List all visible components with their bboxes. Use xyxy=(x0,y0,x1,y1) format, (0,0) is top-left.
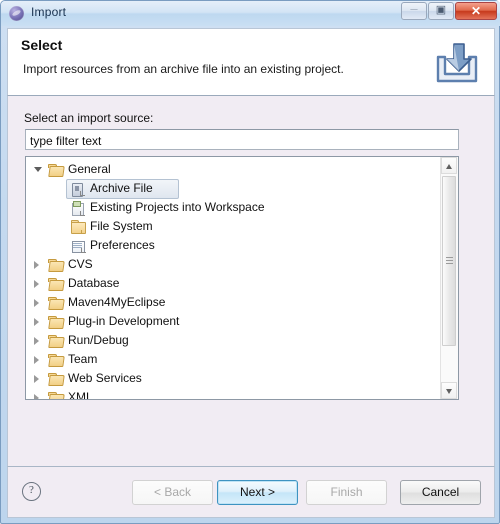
tree-twisty-collapsed-icon[interactable] xyxy=(34,337,39,345)
page-title: Select xyxy=(21,37,63,53)
tree-twisty-collapsed-icon[interactable] xyxy=(34,318,39,326)
tree-twisty-collapsed-icon[interactable] xyxy=(34,299,39,307)
tree-twisty-expanded-icon[interactable] xyxy=(34,167,42,172)
tree-twisty-collapsed-icon[interactable] xyxy=(34,375,39,383)
tree-item-label: Run/Debug xyxy=(68,333,129,347)
help-icon[interactable]: ? xyxy=(22,482,41,501)
tree-item-label: General xyxy=(68,162,111,176)
tree-item-maven4myeclipse[interactable]: Maven4MyEclipse xyxy=(26,293,441,312)
maximize-button[interactable]: ▣ xyxy=(428,2,454,20)
scrollbar-thumb[interactable] xyxy=(442,176,456,346)
dialog-button-bar: ? < Back Next > Finish Cancel xyxy=(7,466,495,518)
folder-open-icon xyxy=(48,372,65,386)
minimize-icon: – xyxy=(410,1,418,16)
import-arrow-tray-icon xyxy=(436,43,478,83)
tree-item-label: Existing Projects into Workspace xyxy=(90,200,265,214)
tree-item-label: File System xyxy=(90,219,153,233)
import-source-label: Select an import source: xyxy=(24,111,154,125)
tree-item-run-debug[interactable]: Run/Debug xyxy=(26,331,441,350)
chevron-up-icon xyxy=(446,164,452,169)
folder-open-icon xyxy=(48,296,65,310)
tree-item-file-system[interactable]: File System xyxy=(26,217,441,236)
tree-item-archive-file[interactable]: Archive File xyxy=(26,179,441,199)
tree-twisty-collapsed-icon[interactable] xyxy=(34,280,39,288)
finish-button[interactable]: Finish xyxy=(306,480,387,505)
preferences-icon xyxy=(70,239,86,253)
tree-item-preferences[interactable]: Preferences xyxy=(26,236,441,255)
tree-item-database[interactable]: Database xyxy=(26,274,441,293)
cancel-button[interactable]: Cancel xyxy=(400,480,481,505)
tree-twisty-collapsed-icon[interactable] xyxy=(34,261,39,269)
tree-item-label: Team xyxy=(68,352,98,366)
window-title: Import xyxy=(31,5,67,19)
tree-item-label: XML xyxy=(68,390,93,400)
back-button[interactable]: < Back xyxy=(132,480,213,505)
project-import-icon xyxy=(70,201,86,216)
tree-item-label: Archive File xyxy=(90,181,153,195)
tree-rows: General Archive File Existing Projects int… xyxy=(26,158,441,400)
page-description: Import resources from an archive file in… xyxy=(23,62,344,76)
tree-vertical-scrollbar[interactable] xyxy=(440,157,458,399)
tree-item-plug-in-development[interactable]: Plug-in Development xyxy=(26,312,441,331)
dialog-body: Select an import source: General Archive … xyxy=(7,96,495,466)
tree-item-existing-projects-into-workspace[interactable]: Existing Projects into Workspace xyxy=(26,198,441,217)
scrollbar-grip-icon xyxy=(446,257,453,265)
scroll-down-button[interactable] xyxy=(441,382,457,399)
folder-open-icon xyxy=(48,334,65,348)
folder-open-icon xyxy=(48,391,65,399)
title-bar[interactable]: Import – ▣ ✕ xyxy=(1,1,500,26)
next-button[interactable]: Next > xyxy=(217,480,298,505)
import-source-tree[interactable]: General Archive File Existing Projects int… xyxy=(25,156,459,400)
scroll-up-button[interactable] xyxy=(441,157,457,174)
archive-file-icon xyxy=(70,182,86,197)
folder-open-icon xyxy=(48,163,65,177)
tree-item-label: Plug-in Development xyxy=(68,314,180,328)
tree-item-label: CVS xyxy=(68,257,93,271)
folder-open-icon xyxy=(48,258,65,272)
tree-item-label: Web Services xyxy=(68,371,142,385)
tree-item-cvs[interactable]: CVS xyxy=(26,255,441,274)
tree-item-web-services[interactable]: Web Services xyxy=(26,369,441,388)
tree-item-label: Preferences xyxy=(90,238,155,252)
eclipse-import-icon xyxy=(9,6,24,21)
chevron-down-icon xyxy=(446,389,452,394)
folder-closed-icon xyxy=(70,220,86,234)
import-dialog-window: Import – ▣ ✕ Select Import resources fro… xyxy=(0,0,500,524)
minimize-button[interactable]: – xyxy=(401,2,427,20)
close-button[interactable]: ✕ xyxy=(455,2,497,20)
tree-item-label: Maven4MyEclipse xyxy=(68,295,166,309)
dialog-header: Select Import resources from an archive … xyxy=(7,28,495,96)
tree-item-xml[interactable]: XML xyxy=(26,388,441,400)
tree-item-team[interactable]: Team xyxy=(26,350,441,369)
window-controls: – ▣ ✕ xyxy=(401,2,497,20)
folder-open-icon xyxy=(48,353,65,367)
tree-twisty-collapsed-icon[interactable] xyxy=(34,356,39,364)
tree-twisty-collapsed-icon[interactable] xyxy=(34,394,39,399)
filter-text-input[interactable] xyxy=(25,129,459,150)
folder-open-icon xyxy=(48,315,65,329)
tree-item-general[interactable]: General xyxy=(26,160,441,179)
tree-item-label: Database xyxy=(68,276,120,290)
close-icon: ✕ xyxy=(470,4,482,18)
maximize-icon: ▣ xyxy=(435,4,447,16)
folder-open-icon xyxy=(48,277,65,291)
